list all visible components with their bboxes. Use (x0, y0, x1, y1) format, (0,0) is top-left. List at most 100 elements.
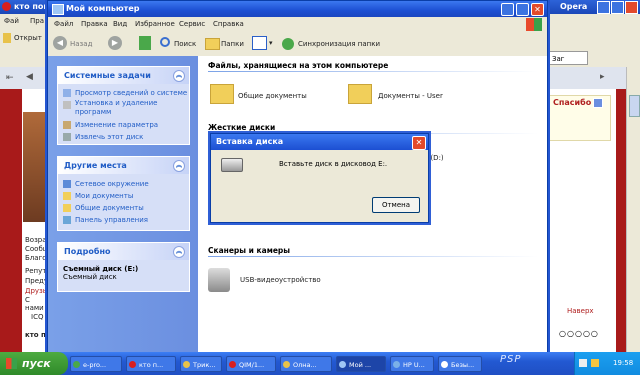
close-icon[interactable]: ✕ (531, 3, 544, 16)
panel-header[interactable]: Другие места ︽ (58, 157, 189, 174)
search-button[interactable]: Поиск (174, 40, 196, 48)
browser-menu-edit[interactable]: Пра (30, 17, 44, 25)
panel-header[interactable]: Подробно ︽ (58, 243, 189, 260)
taskbar-item[interactable]: Трик... (180, 356, 222, 372)
task-eject-disk[interactable]: Извлечь этот диск (58, 131, 189, 143)
chevron-down-icon[interactable]: ▾ (269, 39, 273, 47)
window-toolbar: ◀ Назад ▶ Поиск Папки ▾ Синхронизация па… (48, 32, 547, 57)
browser-scrollbar[interactable] (626, 67, 640, 352)
user-documents-item[interactable]: Документы - User (378, 92, 443, 100)
tray-icon[interactable] (579, 359, 587, 367)
page-right-content: Спасибо Наверх ○○○○○ (545, 89, 616, 352)
thanks-icon[interactable] (593, 98, 603, 108)
shared-documents-item[interactable]: Общие документы (238, 92, 307, 100)
opera-icon (2, 2, 11, 11)
panel-header[interactable]: Системные задачи ︽ (58, 67, 189, 84)
back-arrow-icon[interactable]: ◀ (26, 72, 33, 82)
search-icon[interactable] (160, 37, 170, 47)
window-title: Мой компьютер (66, 4, 140, 13)
collapse-icon[interactable]: ︽ (173, 246, 185, 258)
webcam-icon[interactable] (208, 268, 230, 292)
left-text: кто п (25, 331, 46, 339)
computer-icon (52, 4, 64, 15)
dialog-title: Вставка диска (216, 137, 284, 146)
folder-icon (183, 361, 190, 368)
up-folder-icon[interactable] (139, 36, 151, 50)
taskbar-item-active[interactable]: Мой ... (336, 356, 386, 372)
control-panel-icon (63, 216, 71, 224)
open-icon (3, 33, 11, 43)
opera-icon (229, 361, 236, 368)
place-my-documents[interactable]: Мои документы (58, 190, 189, 202)
back-icon[interactable]: ⇤ (6, 73, 14, 83)
clock: 19:58 (613, 359, 634, 367)
place-control-panel[interactable]: Панель управления (58, 214, 189, 226)
menu-file[interactable]: Файл (54, 20, 73, 28)
section-files-header: Файлы, хранящиеся на этом компьютере (208, 61, 389, 70)
cancel-button[interactable]: Отмена (372, 197, 420, 213)
browser-tab[interactable]: Заг (548, 51, 588, 65)
opera-icon (129, 361, 136, 368)
other-places-panel: Другие места ︽ Сетевое окружение Мои док… (57, 156, 190, 231)
minimize-icon[interactable] (597, 1, 610, 14)
left-text: Преду (25, 277, 48, 285)
folder-icon[interactable] (348, 84, 372, 104)
top-link[interactable]: Наверх (567, 307, 594, 315)
menu-favorites[interactable]: Избранное (135, 20, 175, 28)
back-button[interactable]: Назад (70, 40, 92, 48)
system-tasks-panel: Системные задачи ︽ Просмотр сведений о с… (57, 66, 190, 145)
menu-edit[interactable]: Правка (81, 20, 108, 28)
usb-video-item[interactable]: USB-видеоустройство (240, 276, 321, 284)
taskbar-item[interactable]: Олна... (280, 356, 332, 372)
sync-icon[interactable] (282, 38, 294, 50)
back-icon[interactable]: ◀ (53, 36, 67, 50)
divider (208, 71, 538, 72)
browser-menu-file[interactable]: Фай (4, 17, 19, 25)
menu-help[interactable]: Справка (213, 20, 244, 28)
taskbar-item[interactable]: e-pro... (70, 356, 122, 372)
browser-open-button[interactable]: Открыт (14, 34, 42, 42)
divider (208, 256, 538, 257)
hp-icon (393, 361, 400, 368)
place-shared-documents[interactable]: Общие документы (58, 202, 189, 214)
left-text: Благо (25, 254, 47, 262)
start-label: пуск (22, 357, 51, 370)
close-icon[interactable] (625, 1, 638, 14)
forward-icon[interactable]: ▸ (600, 72, 605, 82)
task-view-system-info[interactable]: Просмотр сведений о системе (58, 87, 189, 99)
maximize-icon[interactable] (516, 3, 529, 16)
task-change-setting[interactable]: Изменение параметра (58, 119, 189, 131)
folders-button[interactable]: Папки (221, 40, 244, 48)
taskbar-item[interactable]: QIM/1... (226, 356, 276, 372)
folders-icon[interactable] (205, 38, 220, 50)
tray-icon[interactable] (591, 359, 599, 367)
panel-title: Системные задачи (64, 71, 151, 80)
eject-icon (63, 133, 71, 141)
place-network[interactable]: Сетевое окружение (58, 178, 189, 190)
close-icon[interactable]: ✕ (412, 136, 426, 150)
collapse-icon[interactable]: ︽ (173, 160, 185, 172)
app-icon (73, 361, 80, 368)
details-name: Съемный диск (E:) (63, 265, 139, 273)
removable-disk-icon (221, 158, 243, 172)
menu-view[interactable]: Вид (113, 20, 127, 28)
collapse-icon[interactable]: ︽ (173, 70, 185, 82)
insert-disk-dialog: Вставка диска ✕ Вставьте диск в дисковод… (210, 133, 429, 223)
forward-icon[interactable]: ▶ (108, 36, 122, 50)
minimize-icon[interactable] (501, 3, 514, 16)
thanks-button[interactable]: Спасибо (553, 98, 591, 107)
scroll-thumb[interactable] (629, 95, 640, 117)
menu-tools[interactable]: Сервис (179, 20, 205, 28)
maximize-icon[interactable] (611, 1, 624, 14)
views-icon[interactable] (252, 36, 267, 50)
left-text-column: Возра Сообщ Благо Репут Преду Друзь С на… (23, 236, 49, 356)
task-add-remove-programs[interactable]: Установка и удаление программ (58, 99, 189, 119)
sync-button[interactable]: Синхронизация папки (298, 40, 380, 48)
start-button[interactable]: пуск (0, 352, 68, 375)
taskbar-item[interactable]: кто п... (126, 356, 176, 372)
task-pane: Системные задачи ︽ Просмотр сведений о с… (48, 56, 198, 353)
taskbar-item[interactable]: HP U... (390, 356, 434, 372)
folder-icon (63, 204, 71, 212)
folder-icon[interactable] (210, 84, 234, 104)
taskbar-item[interactable]: Безы... (438, 356, 482, 372)
